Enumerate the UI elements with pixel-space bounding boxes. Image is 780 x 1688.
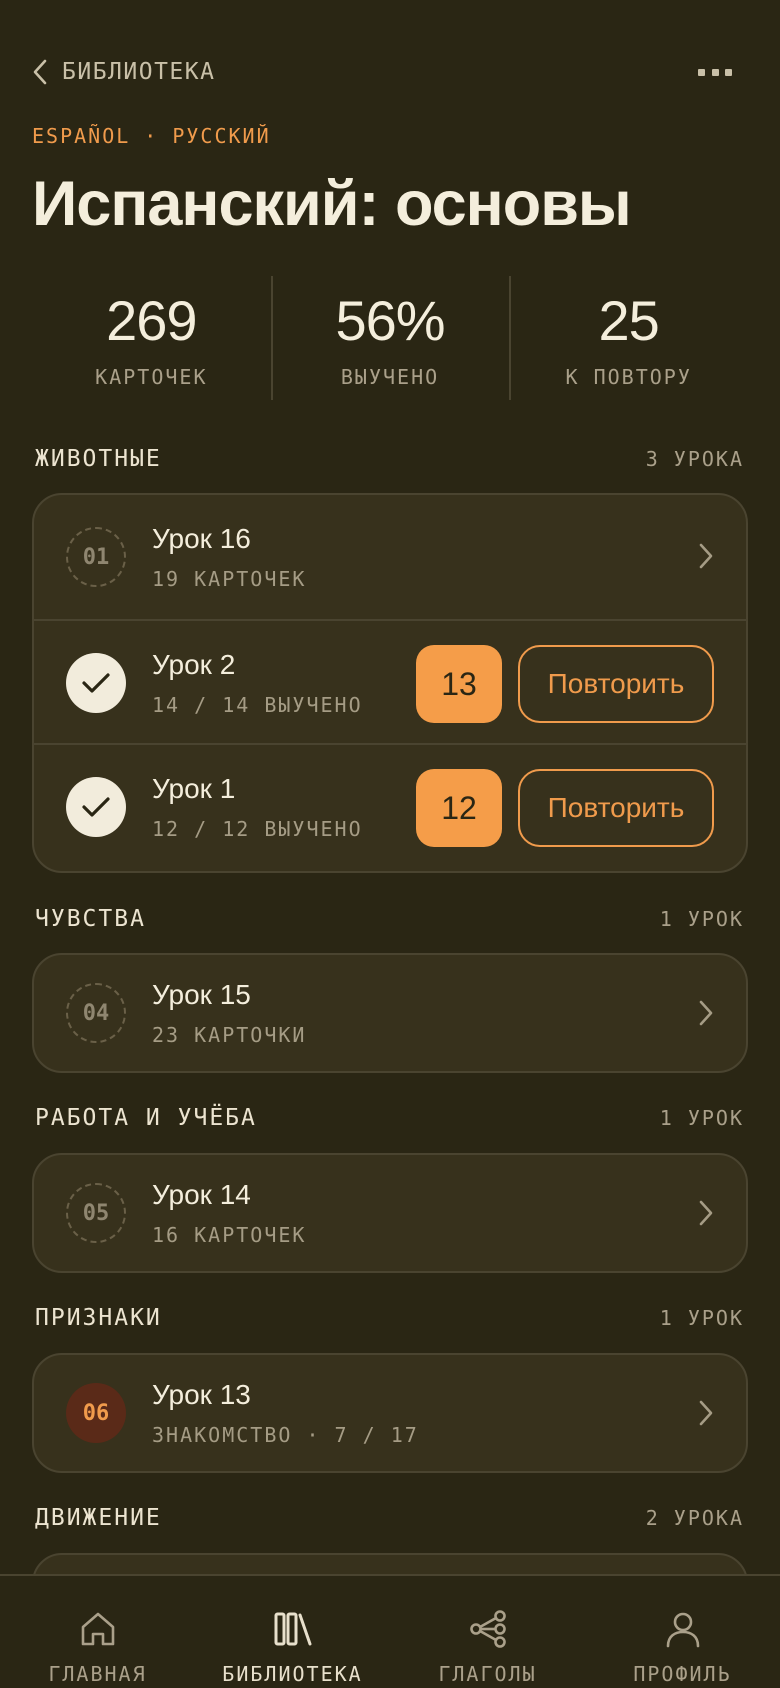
stat-value: 269: [106, 289, 197, 352]
due-count-badge: 13: [416, 645, 502, 723]
lesson-row-1[interactable]: Урок 1 12 / 12 ВЫУЧЕНО 12 Повторить: [34, 743, 746, 867]
back-label: БИБЛИОТЕКА: [62, 59, 216, 85]
stat-value: 56%: [335, 289, 445, 352]
section-title: ПРИЗНАКИ: [35, 1305, 162, 1331]
lesson-subtitle: 16 КАРТОЧЕК: [152, 1223, 307, 1247]
section-title: ДВИЖЕНИЕ: [35, 1505, 162, 1531]
section-count: 1 УРОК: [659, 1106, 744, 1130]
stat-to-review: 25 К ПОВТОРУ: [509, 274, 748, 400]
lesson-number-badge: 01: [66, 527, 126, 587]
lesson-card-attributes: 06 Урок 13 ЗНАКОМСТВО · 7 / 17: [32, 1353, 748, 1473]
stat-value: 25: [598, 289, 660, 352]
section-header-animals: ЖИВОТНЫЕ 3 УРОКА: [35, 446, 744, 472]
lesson-title: Урок 2: [152, 649, 236, 680]
home-icon: [81, 1612, 114, 1646]
more-options-icon[interactable]: [698, 62, 732, 82]
chevron-left-icon: [33, 59, 47, 85]
lesson-card-animals: 01 Урок 16 19 КАРТОЧЕК Урок 2 14 / 14 ВЫ…: [32, 493, 748, 873]
nav-label: ГЛАВНАЯ: [48, 1662, 147, 1686]
check-icon: [66, 653, 126, 713]
lesson-title: Урок 15: [152, 979, 251, 1010]
language-separator: ·: [144, 124, 159, 148]
stats-row: 269 КАРТОЧЕК 56% ВЫУЧЕНО 25 К ПОВТОРУ: [32, 274, 748, 400]
section-title: РАБОТА И УЧЁБА: [35, 1105, 257, 1131]
stat-learned: 56% ВЫУЧЕНО: [270, 274, 510, 400]
lesson-card-feelings: 04 Урок 15 23 КАРТОЧКИ: [32, 953, 748, 1073]
chevron-right-icon: [699, 543, 713, 569]
section-count: 3 УРОКА: [645, 447, 744, 471]
lesson-row-2[interactable]: Урок 2 14 / 14 ВЫУЧЕНО 13 Повторить: [34, 619, 746, 743]
nav-label: БИБЛИОТЕКА: [222, 1662, 363, 1686]
lesson-subtitle: 14 / 14 ВЫУЧЕНО: [152, 693, 363, 717]
bottom-navigation: ГЛАВНАЯ БИБЛИОТЕКА ГЛАГОЛЫ ПРОФИЛЬ: [0, 1574, 780, 1688]
stat-label: К ПОВТОРУ: [565, 365, 692, 389]
lesson-title: Урок 13: [152, 1379, 251, 1410]
lesson-row-13[interactable]: 06 Урок 13 ЗНАКОМСТВО · 7 / 17: [34, 1355, 746, 1471]
back-button[interactable]: БИБЛИОТЕКА: [32, 58, 215, 86]
section-title: ЖИВОТНЫЕ: [35, 446, 162, 472]
chevron-right-icon: [699, 1000, 713, 1026]
section-count: 1 УРОК: [659, 1306, 744, 1330]
lesson-row-16[interactable]: 01 Урок 16 19 КАРТОЧЕК: [34, 495, 746, 619]
lesson-number-badge: 04: [66, 983, 126, 1043]
lesson-title: Урок 16: [152, 523, 251, 554]
due-count-badge: 12: [416, 769, 502, 847]
repeat-button[interactable]: Повторить: [518, 645, 714, 723]
stat-label: КАРТОЧЕК: [95, 365, 208, 389]
nav-library[interactable]: БИБЛИОТЕКА: [195, 1576, 390, 1688]
share-nodes-icon: [469, 1610, 506, 1648]
nav-verbs[interactable]: ГЛАГОЛЫ: [390, 1576, 585, 1688]
language-pair: ESPAÑOL · РУССКИЙ: [32, 124, 271, 148]
top-bar: БИБЛИОТЕКА: [32, 54, 732, 90]
section-count: 2 УРОКА: [645, 1506, 744, 1530]
section-count: 1 УРОК: [659, 907, 744, 931]
lesson-card-work-study: 05 Урок 14 16 КАРТОЧЕК: [32, 1153, 748, 1273]
lesson-row-14[interactable]: 05 Урок 14 16 КАРТОЧЕК: [34, 1155, 746, 1271]
lesson-subtitle: 12 / 12 ВЫУЧЕНО: [152, 817, 363, 841]
lesson-row-15[interactable]: 04 Урок 15 23 КАРТОЧКИ: [34, 955, 746, 1071]
library-icon: [274, 1612, 311, 1646]
lesson-subtitle: ЗНАКОМСТВО · 7 / 17: [152, 1423, 419, 1447]
nav-label: ГЛАГОЛЫ: [438, 1662, 537, 1686]
nav-label: ПРОФИЛЬ: [633, 1662, 732, 1686]
target-language: РУССКИЙ: [172, 124, 271, 148]
section-header-attributes: ПРИЗНАКИ 1 УРОК: [35, 1305, 744, 1331]
check-icon: [66, 777, 126, 837]
lesson-title: Урок 1: [152, 773, 236, 804]
section-title: ЧУВСТВА: [35, 906, 146, 932]
lesson-number-badge: 06: [66, 1383, 126, 1443]
nav-profile[interactable]: ПРОФИЛЬ: [585, 1576, 780, 1688]
chevron-right-icon: [699, 1400, 713, 1426]
lesson-subtitle: 19 КАРТОЧЕК: [152, 567, 307, 591]
lesson-subtitle: 23 КАРТОЧКИ: [152, 1023, 307, 1047]
page-title: Испанский: основы: [32, 169, 632, 239]
section-header-work-study: РАБОТА И УЧЁБА 1 УРОК: [35, 1105, 744, 1131]
chevron-right-icon: [699, 1200, 713, 1226]
stat-cards: 269 КАРТОЧЕК: [32, 274, 271, 400]
stat-label: ВЫУЧЕНО: [340, 365, 440, 389]
repeat-button[interactable]: Повторить: [518, 769, 714, 847]
lesson-title: Урок 14: [152, 1179, 251, 1210]
profile-icon: [666, 1612, 699, 1648]
section-header-movement: ДВИЖЕНИЕ 2 УРОКА: [35, 1505, 744, 1531]
source-language: ESPAÑOL: [32, 124, 131, 148]
section-header-feelings: ЧУВСТВА 1 УРОК: [35, 906, 744, 932]
nav-home[interactable]: ГЛАВНАЯ: [0, 1576, 195, 1688]
lesson-number-badge: 05: [66, 1183, 126, 1243]
